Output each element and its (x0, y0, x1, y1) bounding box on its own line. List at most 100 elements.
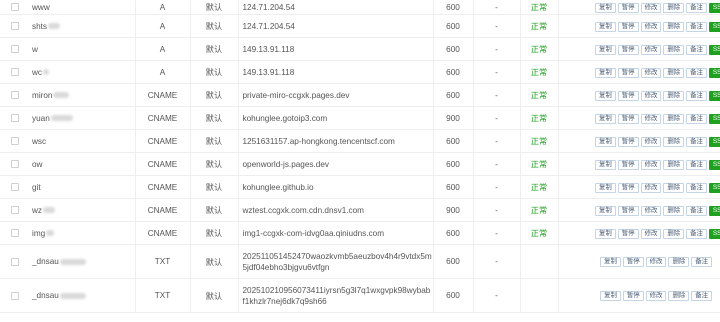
ssl-apply-button[interactable]: SSL申请 (708, 136, 720, 147)
row-checkbox[interactable] (11, 114, 19, 122)
record-line: 默认 (189, 106, 238, 130)
ssl-apply-button[interactable]: SSL申请 (708, 2, 720, 13)
note-button[interactable]: 备注 (686, 159, 707, 170)
pause-button[interactable]: 暂停 (617, 228, 639, 239)
delete-button[interactable]: 删除 (663, 136, 685, 147)
copy-button[interactable]: 复制 (600, 257, 621, 267)
pause-button[interactable]: 暂停 (617, 159, 639, 170)
delete-button[interactable]: 删除 (663, 90, 685, 101)
pause-button[interactable]: 暂停 (617, 44, 639, 55)
note-button[interactable]: 备注 (686, 44, 707, 55)
note-button[interactable]: 备注 (686, 182, 707, 193)
delete-button[interactable]: 删除 (668, 291, 690, 301)
pause-button[interactable]: 暂停 (617, 2, 639, 13)
edit-button[interactable]: 修改 (645, 291, 667, 301)
pause-button[interactable]: 暂停 (617, 90, 639, 101)
edit-button[interactable]: 修改 (640, 113, 662, 124)
copy-button[interactable]: 复制 (600, 291, 621, 301)
pause-button[interactable]: 暂停 (622, 257, 644, 267)
copy-button[interactable]: 复制 (595, 136, 616, 147)
row-checkbox[interactable] (11, 137, 19, 145)
host-record: yuan (32, 113, 50, 123)
delete-button[interactable]: 删除 (663, 44, 685, 55)
copy-button[interactable]: 复制 (595, 67, 616, 78)
note-button[interactable]: 备注 (686, 2, 707, 13)
redacted-mask (48, 23, 61, 30)
row-checkbox[interactable] (11, 91, 19, 99)
note-button[interactable]: 备注 (686, 113, 707, 124)
edit-button[interactable]: 修改 (640, 2, 662, 13)
edit-button[interactable]: 修改 (640, 67, 662, 78)
edit-button[interactable]: 修改 (640, 136, 662, 147)
pause-button[interactable]: 暂停 (617, 205, 639, 216)
copy-button[interactable]: 复制 (595, 182, 616, 193)
host-record: img (32, 228, 46, 238)
row-checkbox[interactable] (11, 291, 19, 300)
ssl-apply-button[interactable]: SSL申请 (708, 113, 720, 124)
row-checkbox[interactable] (11, 257, 19, 266)
row-checkbox[interactable] (11, 68, 19, 76)
pause-button[interactable]: 暂停 (617, 136, 639, 147)
ssl-apply-button[interactable]: SSL申请 (708, 205, 720, 216)
row-checkbox[interactable] (11, 3, 19, 11)
row-checkbox[interactable] (11, 229, 19, 237)
record-status: 正常 (519, 37, 558, 61)
ssl-apply-button[interactable]: SSL申请 (708, 159, 720, 170)
copy-button[interactable]: 复制 (595, 205, 616, 216)
ssl-apply-button[interactable]: SSL申请 (708, 21, 720, 32)
ssl-apply-button[interactable]: SSL申请 (708, 67, 720, 78)
note-button[interactable]: 备注 (691, 291, 712, 301)
delete-button[interactable]: 删除 (663, 21, 685, 32)
row-checkbox[interactable] (11, 160, 19, 168)
copy-button[interactable]: 复制 (595, 44, 616, 55)
edit-button[interactable]: 修改 (640, 228, 662, 239)
delete-button[interactable]: 删除 (663, 67, 685, 78)
note-button[interactable]: 备注 (686, 67, 707, 78)
note-button[interactable]: 备注 (686, 136, 707, 147)
delete-button[interactable]: 删除 (668, 257, 690, 267)
delete-button[interactable]: 删除 (663, 113, 685, 124)
note-button[interactable]: 备注 (686, 90, 707, 101)
edit-button[interactable]: 修改 (640, 182, 662, 193)
copy-button[interactable]: 复制 (595, 90, 616, 101)
ssl-apply-button[interactable]: SSL申请 (708, 228, 720, 239)
row-checkbox[interactable] (11, 22, 19, 30)
pause-button[interactable]: 暂停 (617, 182, 639, 193)
ssl-apply-button[interactable]: SSL申请 (708, 182, 720, 193)
delete-button[interactable]: 删除 (663, 228, 685, 239)
row-checkbox[interactable] (11, 206, 19, 214)
delete-button[interactable]: 删除 (663, 2, 685, 13)
pause-button[interactable]: 暂停 (622, 291, 644, 301)
edit-button[interactable]: 修改 (640, 21, 662, 32)
delete-button[interactable]: 删除 (663, 159, 685, 170)
pause-button[interactable]: 暂停 (617, 67, 639, 78)
copy-button[interactable]: 复制 (595, 113, 616, 124)
copy-button[interactable]: 复制 (595, 2, 616, 13)
edit-button[interactable]: 修改 (640, 44, 662, 55)
ssl-apply-button[interactable]: SSL申请 (708, 44, 720, 55)
record-line: 默认 (189, 60, 238, 84)
host-record: _dnsau (32, 291, 59, 300)
delete-button[interactable]: 删除 (663, 182, 685, 193)
pause-button[interactable]: 暂停 (617, 113, 639, 124)
note-button[interactable]: 备注 (686, 205, 707, 216)
copy-button[interactable]: 复制 (595, 159, 616, 170)
record-value: 124.71.204.54 (237, 14, 433, 38)
row-checkbox[interactable] (11, 45, 19, 53)
ssl-apply-button[interactable]: SSL申请 (708, 90, 720, 101)
pause-button[interactable]: 暂停 (617, 21, 639, 32)
edit-button[interactable]: 修改 (640, 205, 662, 216)
delete-button[interactable]: 删除 (663, 205, 685, 216)
record-value: 149.13.91.118 (237, 60, 433, 84)
copy-button[interactable]: 复制 (595, 228, 616, 239)
note-button[interactable]: 备注 (691, 257, 712, 267)
note-button[interactable]: 备注 (686, 228, 707, 239)
row-checkbox[interactable] (11, 183, 19, 191)
note-button[interactable]: 备注 (686, 21, 707, 32)
copy-button[interactable]: 复制 (595, 21, 616, 32)
host-record: www (32, 2, 50, 12)
edit-button[interactable]: 修改 (645, 257, 667, 267)
edit-button[interactable]: 修改 (640, 90, 662, 101)
edit-button[interactable]: 修改 (640, 159, 662, 170)
record-mx: - (472, 83, 520, 107)
